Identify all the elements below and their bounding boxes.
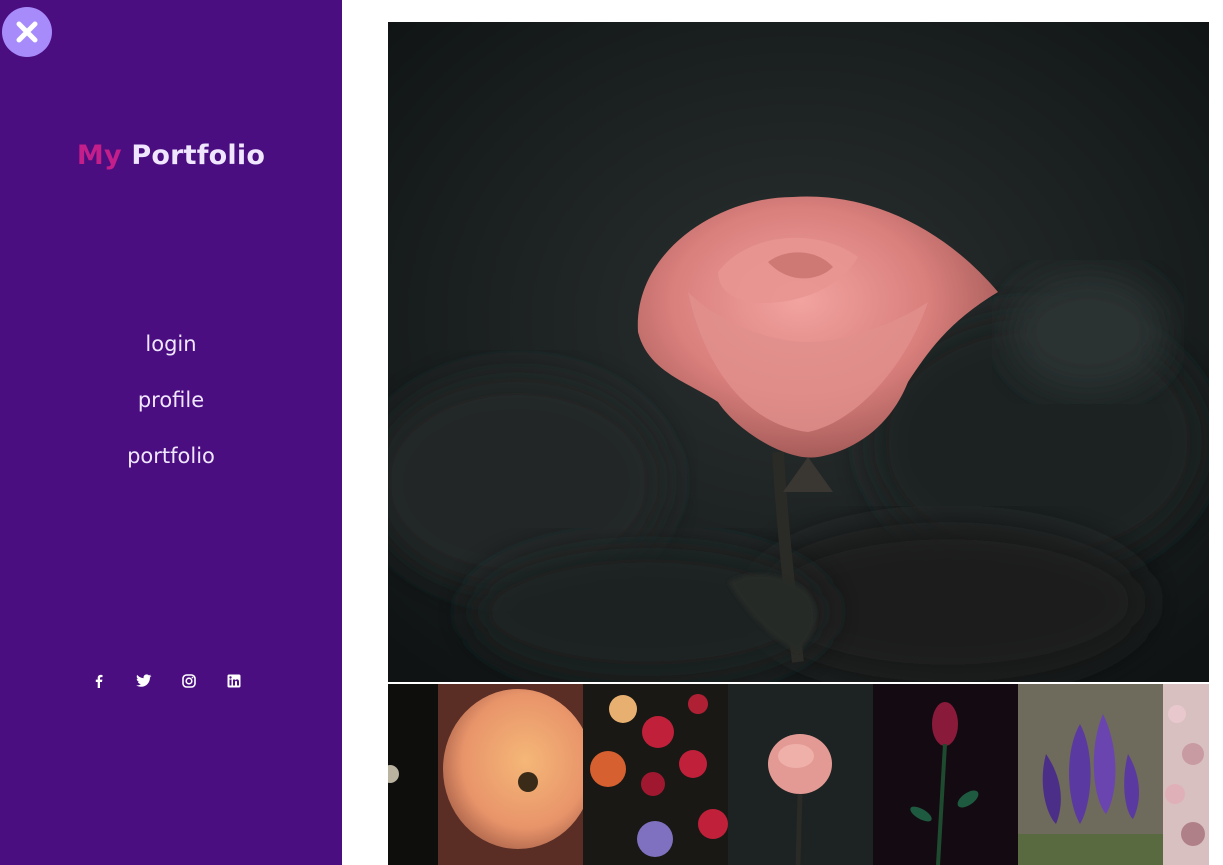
nav-item-profile[interactable]: profile bbox=[0, 386, 342, 442]
brand-my: My bbox=[76, 140, 122, 171]
facebook-icon[interactable] bbox=[76, 669, 121, 693]
thumbnail-bouquet[interactable] bbox=[583, 684, 728, 865]
nav-item-portfolio[interactable]: portfolio bbox=[0, 442, 342, 498]
sidebar-nav: login profile portfolio bbox=[0, 330, 342, 498]
rose-photo bbox=[388, 22, 1209, 682]
nav-item-login[interactable]: login bbox=[0, 330, 342, 386]
brand-title: My Portfolio bbox=[0, 140, 342, 171]
thumbnail-peach-rose[interactable] bbox=[438, 684, 583, 865]
main-image[interactable] bbox=[388, 22, 1209, 682]
thumbnail-pink-rose[interactable] bbox=[728, 684, 873, 865]
thumbnail-cherry-blossom[interactable] bbox=[1163, 684, 1209, 865]
close-button[interactable] bbox=[2, 7, 52, 57]
instagram-icon[interactable] bbox=[166, 669, 211, 693]
linkedin-icon[interactable] bbox=[211, 669, 256, 693]
thumbnail-strip bbox=[388, 684, 1209, 865]
thumbnail-dark-flower[interactable] bbox=[388, 684, 438, 865]
thumbnail-purple-crocus[interactable] bbox=[1018, 684, 1163, 865]
thumbnail-dark-red-rose[interactable] bbox=[873, 684, 1018, 865]
sidebar: My Portfolio login profile portfolio bbox=[0, 0, 342, 865]
twitter-icon[interactable] bbox=[121, 669, 166, 693]
social-links bbox=[76, 669, 256, 693]
close-icon bbox=[16, 21, 38, 43]
brand-portfolio: Portfolio bbox=[131, 140, 266, 171]
